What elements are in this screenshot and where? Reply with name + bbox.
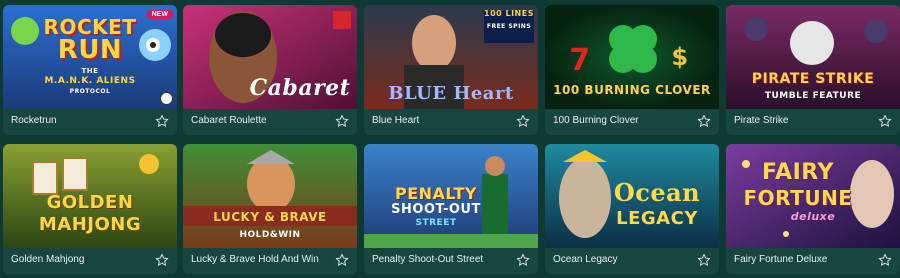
art-title-line5: PROTOCOL xyxy=(69,88,111,95)
art-title-line3: STREET xyxy=(415,218,457,228)
game-thumbnail[interactable]: ROCKET RUN THE M.A.N.K. ALIENS PROTOCOL … xyxy=(3,5,177,109)
art-title-line1: FAIRY xyxy=(762,160,834,185)
favorite-star-icon[interactable] xyxy=(697,114,711,128)
art-title-line2: SHOOT-OUT xyxy=(391,202,481,217)
game-thumbnail[interactable]: Ocean LEGACY xyxy=(545,144,719,248)
card-footer: Ocean Legacy xyxy=(545,248,719,274)
art-title-line2: TUMBLE FEATURE xyxy=(764,91,862,101)
favorite-star-icon[interactable] xyxy=(878,253,892,267)
favorite-star-icon[interactable] xyxy=(335,114,349,128)
game-thumbnail[interactable]: PIRATE STRIKE TUMBLE FEATURE xyxy=(726,5,900,109)
game-title: Pirate Strike xyxy=(734,115,789,126)
new-badge: NEW xyxy=(146,10,173,19)
game-title: Rocketrun xyxy=(11,115,57,126)
art-title-line2: 100 LINES xyxy=(484,9,534,18)
game-grid: ROCKET RUN THE M.A.N.K. ALIENS PROTOCOL … xyxy=(0,0,900,278)
game-card-ocean-legacy[interactable]: Ocean LEGACY Ocean Legacy xyxy=(545,144,719,274)
game-thumbnail[interactable]: PENALTY SHOOT-OUT STREET xyxy=(364,144,538,248)
game-card-100-burning-clover[interactable]: 7 $ 100 BURNING CLOVER 100 Burning Clove… xyxy=(545,5,719,135)
art-title-line4: M.A.N.K. ALIENS xyxy=(44,76,136,86)
game-thumbnail[interactable]: FAIRY FORTUNE deluxe xyxy=(726,144,900,248)
game-card-pirate-strike[interactable]: PIRATE STRIKE TUMBLE FEATURE Pirate Stri… xyxy=(726,5,900,135)
art-title-line1: PIRATE STRIKE xyxy=(751,71,875,87)
favorite-star-icon[interactable] xyxy=(155,114,169,128)
art-title-line2: HOLD&WIN xyxy=(239,230,301,240)
art-title-line1: Cabaret xyxy=(249,75,351,101)
art-title-line1: PENALTY xyxy=(395,184,477,203)
art-title-line2: FORTUNE xyxy=(743,186,853,210)
card-footer: Cabaret Roulette xyxy=(183,109,357,135)
art-title-line2: 7 xyxy=(569,43,591,78)
game-title: Golden Mahjong xyxy=(11,254,85,265)
art-title-line2: RUN xyxy=(57,35,123,65)
art-title-line1: LUCKY & BRAVE xyxy=(213,210,327,224)
card-footer: Golden Mahjong xyxy=(3,248,177,274)
favorite-star-icon[interactable] xyxy=(697,253,711,267)
card-footer: Fairy Fortune Deluxe xyxy=(726,248,900,274)
card-footer: Lucky & Brave Hold And Win xyxy=(183,248,357,274)
art-title-line1: GOLDEN xyxy=(46,192,134,213)
game-title: Cabaret Roulette xyxy=(191,115,267,126)
art-title-line1: Ocean xyxy=(613,178,701,207)
game-title: Ocean Legacy xyxy=(553,254,618,265)
game-thumbnail[interactable]: BLUE Heart 100 LINES FREE SPINS xyxy=(364,5,538,109)
card-footer: Rocketrun xyxy=(3,109,177,135)
art-title-line1: BLUE Heart xyxy=(388,83,514,104)
card-footer: Blue Heart xyxy=(364,109,538,135)
favorite-star-icon[interactable] xyxy=(335,253,349,267)
provider-icon xyxy=(160,92,173,105)
game-card-cabaret-roulette[interactable]: Cabaret Cabaret Roulette xyxy=(183,5,357,135)
art-title-line1: 100 BURNING CLOVER xyxy=(553,83,711,97)
art-title-line3: $ xyxy=(671,43,689,71)
art-title-line3: FREE SPINS xyxy=(486,23,532,30)
game-thumbnail[interactable]: 7 $ 100 BURNING CLOVER xyxy=(545,5,719,109)
art-title-line2: LEGACY xyxy=(616,208,698,229)
game-card-golden-mahjong[interactable]: GOLDEN MAHJONG Golden Mahjong xyxy=(3,144,177,274)
game-card-penalty-shootout[interactable]: PENALTY SHOOT-OUT STREET Penalty Shoot-O… xyxy=(364,144,538,274)
game-title: Lucky & Brave Hold And Win xyxy=(191,254,319,265)
favorite-star-icon[interactable] xyxy=(516,114,530,128)
game-thumbnail[interactable]: GOLDEN MAHJONG xyxy=(3,144,177,248)
favorite-star-icon[interactable] xyxy=(878,114,892,128)
game-thumbnail[interactable]: Cabaret xyxy=(183,5,357,109)
card-footer: Pirate Strike xyxy=(726,109,900,135)
game-title: Penalty Shoot-Out Street xyxy=(372,254,484,265)
game-title: Blue Heart xyxy=(372,115,420,126)
game-card-fairy-fortune-deluxe[interactable]: FAIRY FORTUNE deluxe Fairy Fortune Delux… xyxy=(726,144,900,274)
card-footer: Penalty Shoot-Out Street xyxy=(364,248,538,274)
game-thumbnail[interactable]: LUCKY & BRAVE HOLD&WIN xyxy=(183,144,357,248)
favorite-star-icon[interactable] xyxy=(516,253,530,267)
game-card-rocketrun[interactable]: ROCKET RUN THE M.A.N.K. ALIENS PROTOCOL … xyxy=(3,5,177,135)
art-title-line3: deluxe xyxy=(790,210,836,223)
game-card-lucky-brave[interactable]: LUCKY & BRAVE HOLD&WIN Lucky & Brave Hol… xyxy=(183,144,357,274)
favorite-star-icon[interactable] xyxy=(155,253,169,267)
game-card-blue-heart[interactable]: BLUE Heart 100 LINES FREE SPINS Blue Hea… xyxy=(364,5,538,135)
art-title-line3: THE xyxy=(81,67,99,75)
card-footer: 100 Burning Clover xyxy=(545,109,719,135)
art-title-line2: MAHJONG xyxy=(38,214,142,235)
game-title: Fairy Fortune Deluxe xyxy=(734,254,828,265)
game-title: 100 Burning Clover xyxy=(553,115,639,126)
